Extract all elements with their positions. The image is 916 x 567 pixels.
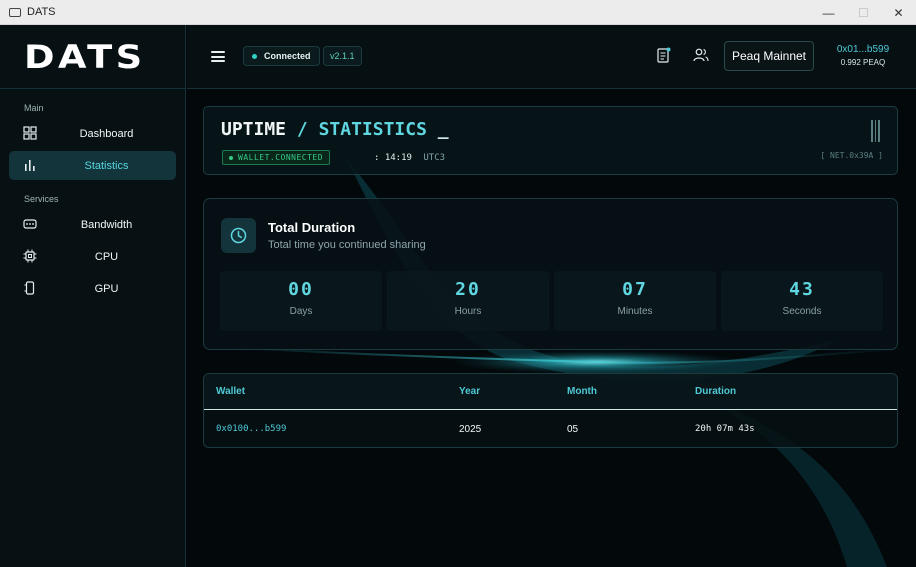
- gpu-card-icon: [24, 281, 35, 295]
- decorative-bars-icon: [871, 120, 883, 142]
- users-icon[interactable]: [693, 48, 709, 62]
- duration-label: Hours: [454, 306, 482, 317]
- sidebar-item-statistics[interactable]: Statistics: [9, 151, 176, 180]
- title-uptime: UPTIME: [221, 119, 287, 140]
- top-header: Connected v2.1.1 Peaq Mainnet 0x01...b59…: [187, 25, 916, 89]
- sidebar-item-cpu[interactable]: CPU: [9, 242, 176, 271]
- wallet-status-text: WALLET.CONNECTED: [238, 153, 324, 162]
- logo-area: DATS: [0, 25, 185, 89]
- duration-days: 00 Days: [220, 271, 382, 331]
- connection-status-text: Connected: [264, 51, 311, 61]
- network-selector-button[interactable]: Peaq Mainnet: [724, 41, 814, 71]
- minimize-icon[interactable]: —: [811, 0, 846, 25]
- duration-hours: 20 Hours: [387, 271, 549, 331]
- sidebar-item-bandwidth[interactable]: Bandwidth: [9, 210, 176, 239]
- duration-grid: 00 Days 20 Hours 07 Minutes 43 Seconds: [220, 271, 883, 331]
- network-code: [ NET.0x39A ]: [820, 151, 883, 160]
- title-statistics: STATISTICS: [318, 119, 427, 140]
- time-separator: :: [374, 153, 380, 163]
- cell-wallet[interactable]: 0x0100...b599: [216, 424, 286, 434]
- document-icon[interactable]: [657, 47, 671, 63]
- page-title: UPTIME / STATISTICS _: [221, 119, 449, 140]
- app-window: DATS — ☐ ✕ DATS Main Dashboard Statistic…: [0, 0, 916, 567]
- current-time: 14:19: [384, 153, 412, 163]
- menu-icon[interactable]: [211, 51, 225, 62]
- duration-label: Minutes: [617, 306, 653, 317]
- duration-label: Days: [289, 306, 313, 317]
- app-window-icon: [9, 7, 21, 17]
- wallet-info[interactable]: 0x01...b599 0.992 PEAQ: [822, 44, 904, 67]
- close-icon[interactable]: ✕: [881, 0, 916, 25]
- clock-readout: : 14:19 UTC3: [374, 153, 445, 163]
- sidebar-item-dashboard[interactable]: Dashboard: [9, 119, 176, 148]
- duration-label: Seconds: [782, 306, 822, 317]
- title-cursor: _: [437, 119, 449, 140]
- status-dot-icon: [229, 155, 233, 160]
- router-icon: [23, 219, 37, 229]
- uptime-banner: UPTIME / STATISTICS _ WALLET.CONNECTED :…: [203, 106, 898, 175]
- connection-status-badge: Connected: [243, 46, 320, 66]
- column-header-month[interactable]: Month: [567, 386, 597, 397]
- column-header-wallet[interactable]: Wallet: [216, 386, 245, 397]
- section-label-services: Services: [24, 194, 59, 204]
- duration-value: 43: [789, 279, 815, 300]
- cell-month: 05: [567, 424, 579, 435]
- logo[interactable]: DATS: [24, 38, 146, 76]
- maximize-icon[interactable]: ☐: [846, 0, 881, 25]
- version-badge: v2.1.1: [323, 46, 362, 66]
- status-dot-icon: [252, 53, 257, 59]
- cpu-chip-icon: [23, 249, 37, 263]
- section-label-main: Main: [24, 103, 44, 113]
- total-duration-card: Total Duration Total time you continued …: [203, 198, 898, 350]
- wallet-address: 0x01...b599: [836, 44, 890, 55]
- duration-seconds: 43 Seconds: [721, 271, 883, 331]
- duration-value: 00: [288, 279, 314, 300]
- duration-minutes: 07 Minutes: [554, 271, 716, 331]
- uptime-table: Wallet Year Month Duration 0x0100...b599…: [203, 373, 898, 448]
- dashboard-grid-icon: [23, 126, 37, 140]
- window-title: DATS: [27, 6, 56, 18]
- card-subtitle: Total time you continued sharing: [268, 239, 426, 251]
- title-slash: /: [296, 119, 308, 140]
- timezone: UTC3: [423, 153, 446, 163]
- wallet-connected-badge: WALLET.CONNECTED: [222, 150, 331, 165]
- sidebar-item-gpu[interactable]: GPU: [9, 274, 176, 303]
- duration-value: 20: [455, 279, 481, 300]
- cell-duration: 20h 07m 43s: [695, 424, 755, 434]
- main-content: UPTIME / STATISTICS _ WALLET.CONNECTED :…: [187, 90, 916, 567]
- table-header: Wallet Year Month Duration: [204, 374, 897, 410]
- duration-value: 07: [622, 279, 648, 300]
- bar-chart-icon: [25, 160, 35, 171]
- column-header-year[interactable]: Year: [459, 386, 480, 397]
- cell-year: 2025: [459, 424, 482, 435]
- sidebar: DATS Main Dashboard Statistics Services: [0, 25, 186, 567]
- title-bar: DATS — ☐ ✕: [0, 0, 916, 25]
- clock-icon-box: [221, 218, 256, 253]
- column-header-duration[interactable]: Duration: [695, 386, 736, 397]
- card-title: Total Duration: [268, 220, 356, 235]
- clock-icon: [230, 227, 247, 244]
- wallet-balance: 0.992 PEAQ: [840, 58, 886, 67]
- window-controls: — ☐ ✕: [811, 0, 916, 25]
